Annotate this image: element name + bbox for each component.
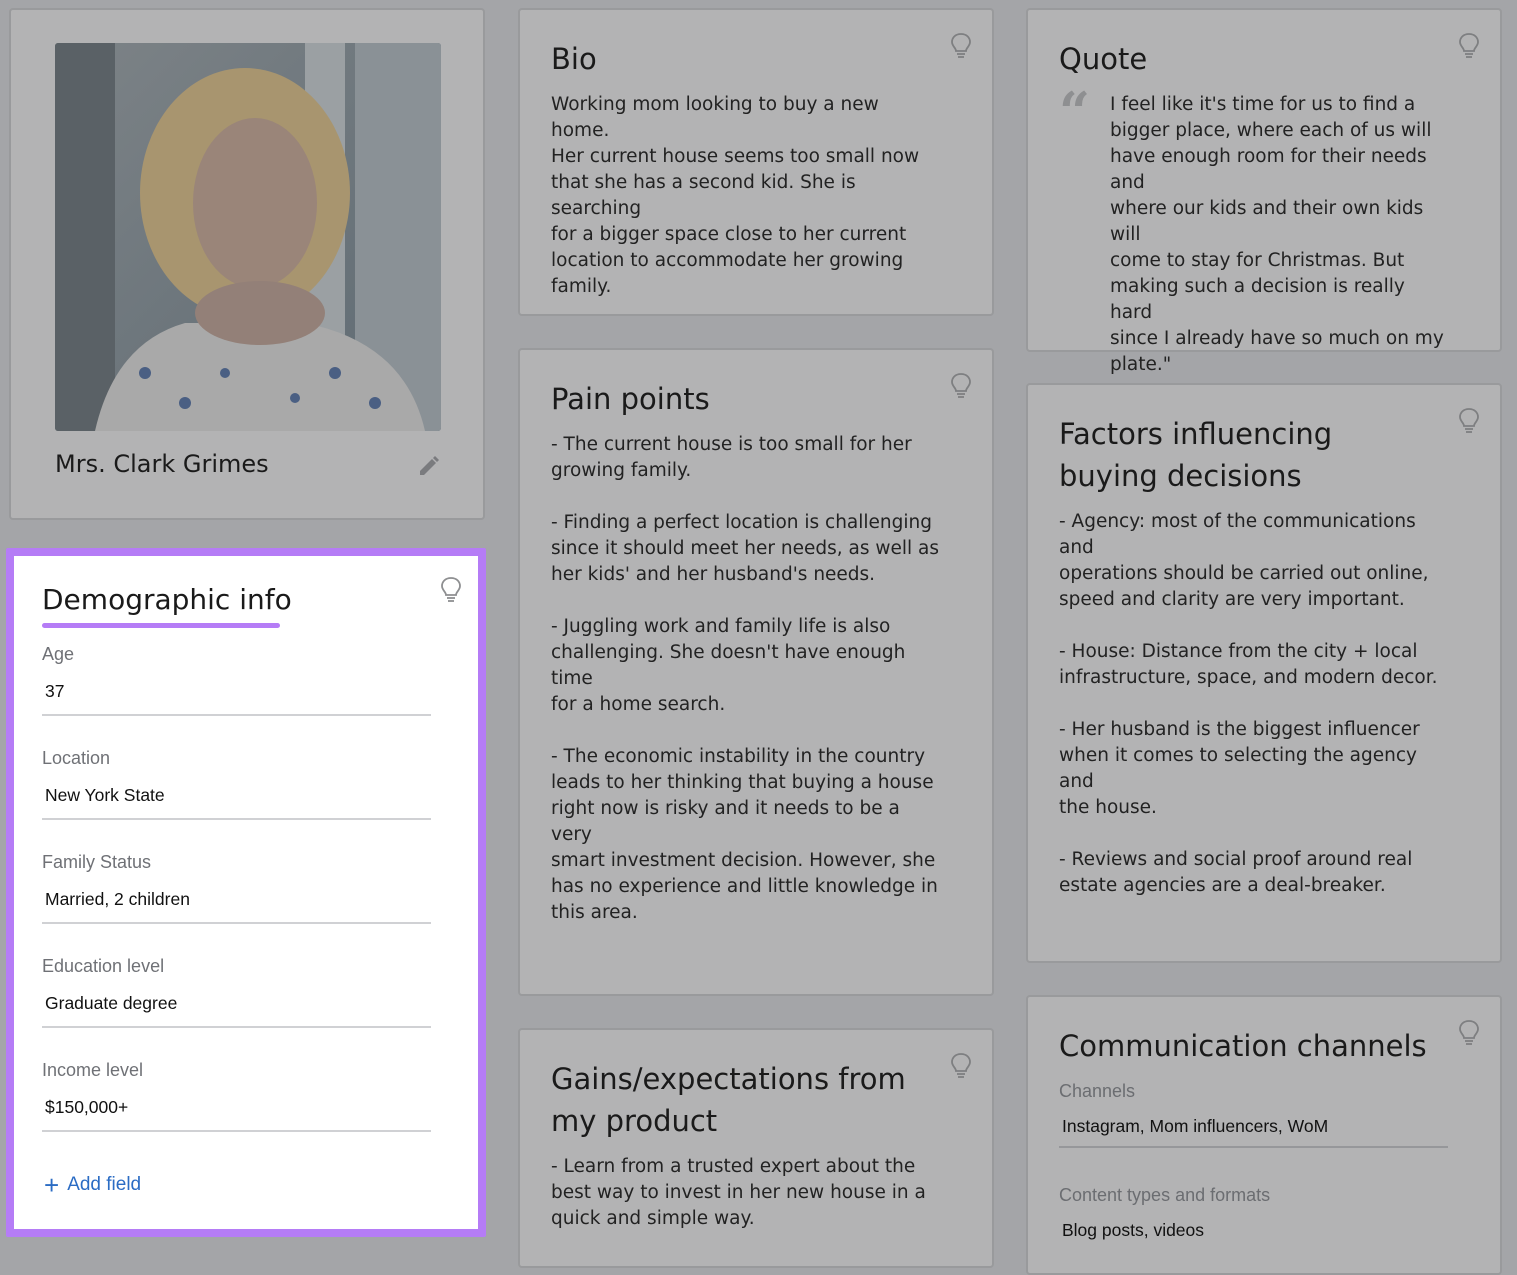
pain-points-card: Pain points - The current house is too s… [518,348,994,996]
bio-title: Bio [551,42,597,76]
lightbulb-icon[interactable] [1458,32,1480,58]
field-label: Education level [42,956,165,976]
field-label: Age [42,644,75,664]
add-field-label: Add field [67,1174,142,1195]
field-label: Income level [42,1060,144,1080]
gains-title: Gains/expectations from my product [551,1062,906,1138]
field-label: Location [42,748,111,768]
field-family-status[interactable]: Family Status Married, 2 children [42,850,431,930]
add-field-button[interactable]: + Add field [44,1170,142,1200]
persona-name: Mrs. Clark Grimes [55,450,269,478]
field-value[interactable]: $150,000+ [42,1096,431,1118]
field-divider [42,714,431,716]
bio-card: Bio Working mom looking to buy a new hom… [518,8,994,316]
lightbulb-icon[interactable] [440,576,462,602]
field-education-level[interactable]: Education level Graduate degree [42,954,431,1034]
quote-title: Quote [1059,42,1148,76]
pencil-icon[interactable] [417,454,441,478]
field-divider [42,818,431,820]
quote-text[interactable]: I feel like it's time for us to find a b… [1110,92,1448,378]
field-value[interactable]: Graduate degree [42,992,431,1014]
pain-points-text[interactable]: - The current house is too small for her… [551,432,940,926]
communication-title: Communication channels [1059,1029,1427,1063]
factors-title: Factors influencing buying decisions [1059,417,1333,493]
plus-icon: + [44,1170,60,1200]
lightbulb-icon[interactable] [1458,407,1480,433]
field-value[interactable]: New York State [42,784,431,806]
factors-card: Factors influencing buying decisions - A… [1026,383,1502,963]
communication-channels-card: Communication channels Channels Instagra… [1026,995,1502,1275]
field-content-types[interactable]: Content types and formats Blog posts, vi… [1059,1183,1448,1241]
field-label: Family Status [42,852,152,872]
field-divider [42,922,431,924]
lightbulb-icon[interactable] [950,1052,972,1078]
field-value[interactable]: Blog posts, videos [1059,1219,1448,1241]
demographic-info-card: Demographic info Age 37 Location New Yor… [6,548,486,1237]
title-highlight-underline [42,623,280,628]
field-divider [1059,1146,1448,1148]
field-channels[interactable]: Channels Instagram, Mom influencers, WoM [1059,1079,1448,1148]
demographic-title: Demographic info [42,583,292,616]
factors-text[interactable]: - Agency: most of the communications and… [1059,509,1448,899]
field-location[interactable]: Location New York State [42,746,431,826]
persona-photo [55,43,441,431]
field-divider [42,1130,431,1132]
lightbulb-icon[interactable] [1458,1019,1480,1045]
field-label: Content types and formats [1059,1185,1271,1205]
quote-card: Quote “ I feel like it's time for us to … [1026,8,1502,375]
field-value[interactable]: Married, 2 children [42,888,431,910]
field-divider [42,1026,431,1028]
lightbulb-icon[interactable] [950,372,972,398]
field-age[interactable]: Age 37 [42,642,431,722]
profile-card: Mrs. Clark Grimes [9,8,485,520]
gains-card: Gains/expectations from my product - Lea… [518,1028,994,1268]
field-value[interactable]: 37 [42,680,431,702]
pain-points-title: Pain points [551,382,710,416]
bio-text[interactable]: Working mom looking to buy a new home. H… [551,92,940,300]
lightbulb-icon[interactable] [950,32,972,58]
field-label: Channels [1059,1081,1136,1101]
quote-mark-icon: “ [1059,80,1091,144]
field-value[interactable]: Instagram, Mom influencers, WoM [1059,1115,1448,1137]
field-income-level[interactable]: Income level $150,000+ [42,1058,431,1138]
gains-text[interactable]: - Learn from a trusted expert about the … [551,1154,940,1232]
